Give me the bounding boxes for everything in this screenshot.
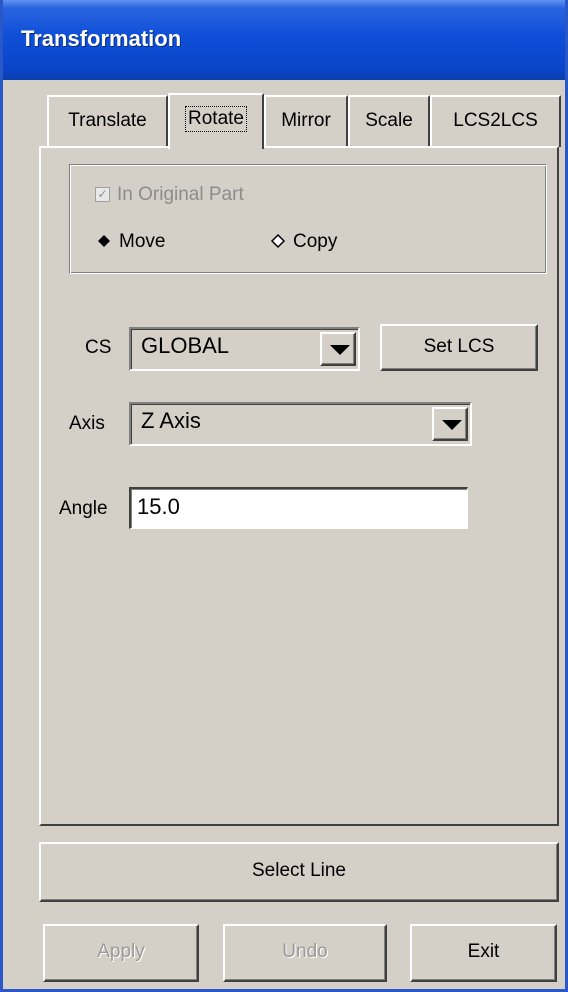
copy-radio[interactable] <box>269 232 287 255</box>
exit-label: Exit <box>467 941 500 962</box>
tab-label: Mirror <box>281 110 331 131</box>
undo-button[interactable]: Undo <box>223 924 387 982</box>
apply-button[interactable]: Apply <box>43 924 199 982</box>
options-group <box>69 164 547 274</box>
angle-input[interactable]: 15.0 <box>129 487 468 529</box>
axis-value: Z Axis <box>141 408 201 433</box>
axis-label: Axis <box>69 413 105 434</box>
tab-mirror[interactable]: Mirror <box>264 95 348 147</box>
axis-dropdown[interactable]: Z Axis <box>129 402 472 446</box>
select-line-button[interactable]: Select Line <box>39 842 559 902</box>
copy-label: Copy <box>293 231 338 252</box>
undo-label: Undo <box>282 941 328 962</box>
triangle-down-icon <box>442 420 462 430</box>
move-label: Move <box>119 231 166 252</box>
cs-label: CS <box>85 337 112 358</box>
in-original-part-checkbox[interactable]: ✓ <box>95 187 110 202</box>
tab-lcs2lcs[interactable]: LCS2LCS <box>430 95 561 147</box>
diamond-outline-icon <box>270 233 286 249</box>
tab-label: Translate <box>68 110 147 131</box>
in-original-part-label: In Original Part <box>117 184 244 205</box>
check-icon: ✓ <box>95 187 110 202</box>
angle-label: Angle <box>59 498 108 519</box>
apply-label: Apply <box>97 941 145 962</box>
set-lcs-label: Set LCS <box>423 336 495 357</box>
tab-rotate[interactable]: Rotate <box>168 93 264 149</box>
set-lcs-button[interactable]: Set LCS <box>380 324 538 371</box>
cs-dropdown[interactable]: GLOBAL <box>129 327 360 371</box>
axis-dropdown-button[interactable] <box>432 407 468 441</box>
diamond-filled-icon <box>98 235 110 247</box>
triangle-down-icon <box>330 345 350 355</box>
move-radio[interactable] <box>95 232 113 255</box>
transformation-window: Transformation Translate Rotate Mirror S… <box>0 0 568 992</box>
cs-value: GLOBAL <box>141 333 230 358</box>
select-line-label: Select Line <box>251 860 346 881</box>
tab-scale[interactable]: Scale <box>348 95 430 147</box>
exit-button[interactable]: Exit <box>410 924 557 982</box>
title-bar[interactable]: Transformation <box>3 0 565 80</box>
tab-label: LCS2LCS <box>453 110 538 131</box>
angle-value: 15.0 <box>137 494 180 519</box>
tab-translate[interactable]: Translate <box>47 95 168 147</box>
window-title: Transformation <box>21 26 182 51</box>
tab-label: Scale <box>365 110 413 131</box>
tab-label: Rotate <box>188 108 244 129</box>
cs-dropdown-button[interactable] <box>320 332 356 366</box>
